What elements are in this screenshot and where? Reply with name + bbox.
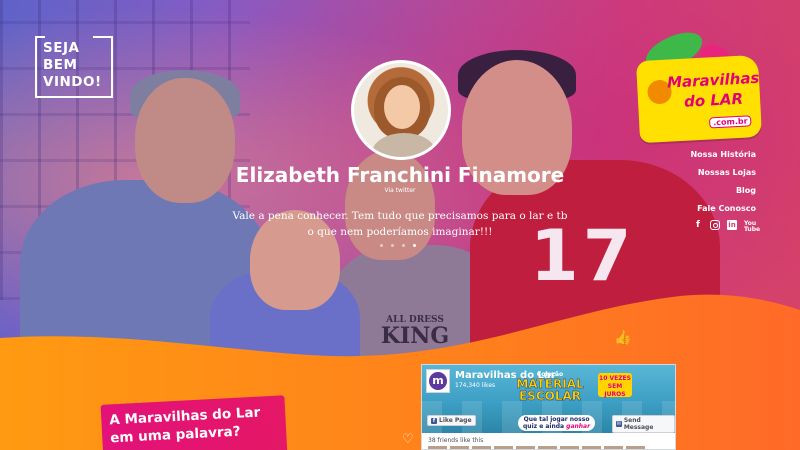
friends-avatars — [428, 446, 645, 449]
cover-campaign-line2: ESCOLAR — [518, 389, 582, 403]
send-message-label: Send Message — [623, 417, 654, 431]
friend-avatar[interactable] — [604, 446, 623, 449]
like-page-label: Like Page — [439, 417, 472, 424]
cover-installments-badge: 10 VEZES SEM JUROS — [598, 373, 632, 398]
instagram-icon[interactable] — [710, 220, 720, 230]
carousel-dot[interactable] — [402, 244, 405, 247]
bubble-line2: quiz e ainda — [523, 423, 567, 430]
nav-link-fale-conosco[interactable]: Fale Conosco — [690, 203, 756, 221]
site-logo[interactable]: Maravilhas do LAR .com.br — [632, 27, 772, 148]
testimonial-name: Elizabeth Franchini Finamore — [235, 163, 565, 187]
send-message-button[interactable]: ✉ Send Message — [612, 415, 675, 433]
friend-avatar[interactable] — [450, 446, 469, 449]
friend-avatar[interactable] — [560, 446, 579, 449]
friend-avatar[interactable] — [626, 446, 645, 449]
section-heading: A Maravilhas do Lar em uma palavra? — [100, 395, 288, 450]
facebook-page-name[interactable]: Maravilhas do Lar — [455, 370, 556, 381]
friend-avatar[interactable] — [494, 446, 513, 449]
avatar-shoulder — [372, 133, 436, 157]
main-nav: Nossa História Nossas Lojas Blog Fale Co… — [690, 149, 756, 221]
nav-link-nossa-historia[interactable]: Nossa História — [690, 149, 756, 167]
thumbs-up-icon: 👍 — [614, 330, 632, 346]
facebook-icon: f — [431, 417, 437, 424]
friend-avatar[interactable] — [428, 446, 447, 449]
avatar-face — [384, 85, 420, 129]
testimonial-avatar — [351, 60, 451, 160]
welcome-badge: SEJA BEM VINDO! — [35, 36, 113, 98]
facebook-icon[interactable]: f — [693, 220, 703, 230]
carousel-dot-active[interactable] — [413, 244, 416, 247]
welcome-line: VINDO! — [43, 74, 102, 90]
testimonial-source: Via twitter — [384, 187, 416, 194]
friend-avatar[interactable] — [516, 446, 535, 449]
carousel-dot[interactable] — [380, 244, 383, 247]
carousel-dots — [380, 244, 416, 247]
nav-link-nossas-lojas[interactable]: Nossas Lojas — [690, 167, 756, 185]
facebook-like-count: 174,340 likes — [455, 382, 496, 389]
welcome-line: BEM — [43, 57, 78, 73]
social-links: f in You Tube — [693, 220, 760, 233]
logo-badge: Maravilhas do LAR .com.br — [635, 54, 763, 144]
facebook-page-avatar[interactable]: m — [426, 369, 450, 393]
page-avatar-letter: m — [429, 372, 447, 390]
friend-avatar[interactable] — [472, 446, 491, 449]
welcome-line: SEJA — [43, 40, 80, 56]
like-page-button[interactable]: f Like Page — [427, 415, 476, 426]
bubble-highlight: ganhar — [566, 423, 591, 430]
logo-domain: .com.br — [708, 115, 752, 129]
bubble-line1: Que tal jogar nosso — [523, 416, 590, 423]
nav-link-blog[interactable]: Blog — [690, 185, 756, 203]
logo-text-line1: Maravilhas — [666, 68, 760, 92]
friend-avatar[interactable] — [538, 446, 557, 449]
testimonial-quote: Vale a pena conhecer. Tem tudo que preci… — [232, 210, 568, 238]
logo-text-line2: do LAR — [683, 89, 744, 111]
youtube-icon[interactable]: You Tube — [744, 220, 760, 233]
messenger-icon: ✉ — [616, 421, 622, 427]
carousel-dot[interactable] — [391, 244, 394, 247]
friend-avatar[interactable] — [582, 446, 601, 449]
facebook-page-widget: Coleção MATERIAL ESCOLAR 10 VEZES SEM JU… — [421, 364, 676, 450]
heart-icon: ♡ — [402, 432, 414, 447]
cover-speech-bubble: Que tal jogar nosso quiz e ainda ganhar — [518, 415, 596, 431]
friends-like-text: 38 friends like this — [428, 437, 484, 444]
linkedin-icon[interactable]: in — [727, 220, 737, 230]
